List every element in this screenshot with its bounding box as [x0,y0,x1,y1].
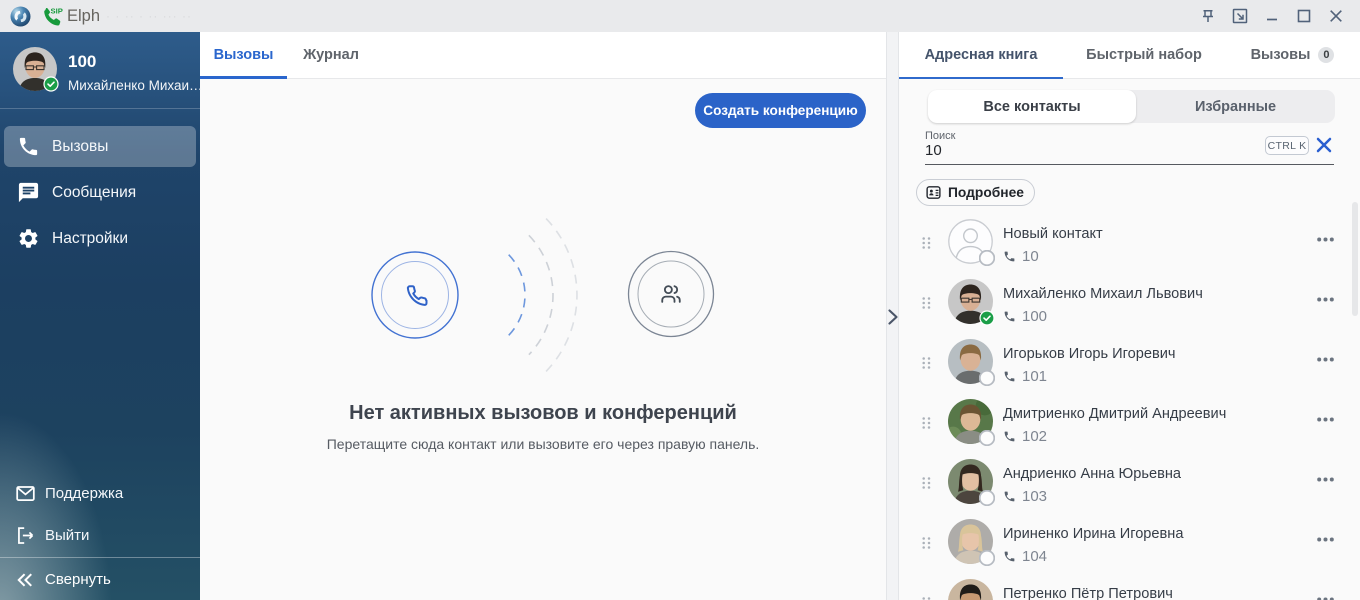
svg-text:SIP: SIP [51,6,63,15]
